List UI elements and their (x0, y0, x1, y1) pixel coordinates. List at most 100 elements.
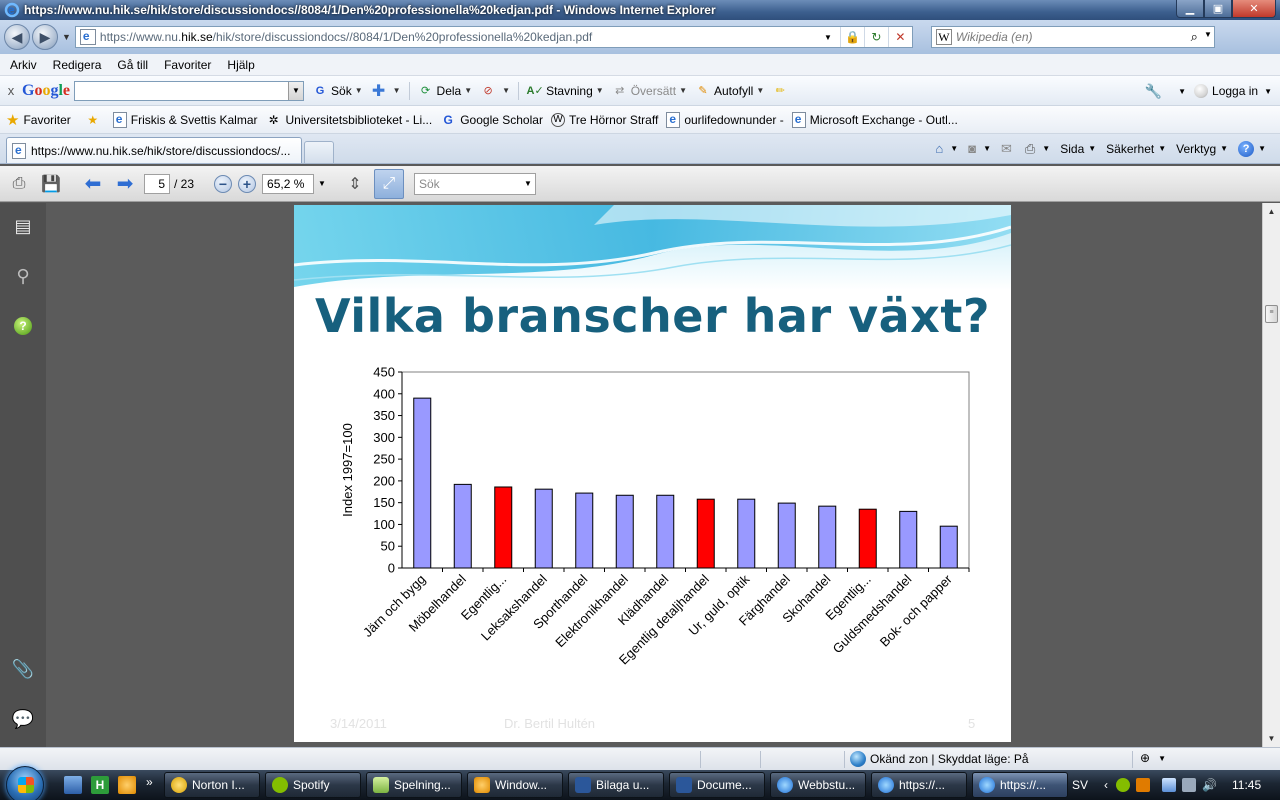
task-windows-media[interactable]: Window... (467, 772, 563, 798)
add-button[interactable]: ✚ ▼ (371, 83, 401, 100)
google-search-input[interactable]: ▼ (74, 80, 305, 101)
security-zone[interactable]: Okänd zon | Skyddat läge: På (850, 751, 1029, 767)
tools-menu-button[interactable]: Verktyg ▼ (1176, 142, 1228, 156)
show-desktop-icon[interactable] (64, 776, 82, 794)
media-player-icon[interactable] (118, 776, 136, 794)
close-toolbar-icon[interactable]: x (0, 83, 22, 98)
chevron-down-icon[interactable]: ▼ (288, 81, 304, 100)
task-https-1[interactable]: https://... (871, 772, 967, 798)
close-button[interactable]: ✕ (1232, 0, 1276, 18)
task-https-2[interactable]: https://... (972, 772, 1068, 798)
pages-icon[interactable]: ▤ (12, 215, 34, 237)
maximize-button[interactable]: ▣ (1204, 0, 1232, 18)
previous-page-button[interactable]: ⬅ (80, 171, 106, 197)
mail-button[interactable]: ✉ (1001, 141, 1015, 157)
home-button[interactable]: ⌂ ▼ (935, 141, 958, 156)
popup-blocker-button[interactable]: ⊘ ▼ (480, 83, 511, 99)
task-document[interactable]: Docume... (669, 772, 765, 798)
next-page-button[interactable]: ➡ (112, 171, 138, 197)
app-tray-icon[interactable] (1136, 778, 1151, 792)
zoom-in-button[interactable]: + (238, 174, 257, 193)
favorite-link-google-scholar[interactable]: G Google Scholar (440, 112, 543, 128)
history-dropdown-icon[interactable]: ▼ (62, 32, 71, 42)
address-input[interactable]: https://www.nu.hik.se/hik/store/discussi… (74, 26, 913, 48)
device-icon[interactable] (1182, 778, 1197, 792)
spelling-button[interactable]: A✓ Stavning ▼ (527, 83, 604, 99)
menu-edit[interactable]: Redigera (45, 58, 110, 72)
share-button[interactable]: ⟳ Dela ▼ (418, 83, 472, 99)
google-search-button[interactable]: G Sök ▼ (312, 83, 363, 99)
scroll-up-icon[interactable]: ▲ (1263, 203, 1280, 220)
quick-launch-overflow[interactable]: » (146, 775, 153, 789)
app-h-icon[interactable]: H (91, 776, 109, 794)
menu-help[interactable]: Hjälp (219, 58, 262, 72)
task-bilaga[interactable]: Bilaga u... (568, 772, 664, 798)
print-button[interactable]: ⎙ ▼ (1025, 141, 1050, 157)
language-indicator[interactable]: SV (1072, 778, 1088, 792)
vertical-scrollbar[interactable]: ▲ ≡ ▼ (1262, 203, 1280, 747)
help-panel-button[interactable]: ? (12, 315, 34, 337)
task-spotify[interactable]: Spotify (265, 772, 361, 798)
address-url[interactable]: https://www.nu.hik.se/hik/store/discussi… (100, 30, 592, 44)
chart-bar (777, 502, 796, 569)
scrollbar-thumb[interactable]: ≡ (1265, 305, 1278, 323)
help-button[interactable]: ? ▼ (1238, 140, 1266, 157)
scroll-down-icon[interactable]: ▼ (1263, 730, 1280, 747)
translate-button[interactable]: ⇄ Översätt ▼ (612, 83, 687, 99)
favorites-button[interactable]: ★ Favoriter (0, 111, 71, 129)
favorite-link-tre-hornor[interactable]: W Tre Hörnor Straff (550, 112, 658, 127)
page-menu-button[interactable]: Sida ▼ (1060, 142, 1096, 156)
pdf-save-button[interactable]: 💾 (38, 171, 64, 197)
favorite-link-ourlife[interactable]: ourlifedownunder - (666, 111, 784, 128)
spotify-tray-icon[interactable] (1116, 778, 1131, 792)
address-dropdown-icon[interactable]: ▼ (816, 27, 840, 47)
add-to-favorites-button[interactable]: ★ (85, 112, 105, 128)
printer-icon: ⎙ (12, 174, 26, 192)
search-icon[interactable]: ⌕ (1191, 29, 1198, 45)
menu-favorites[interactable]: Favoriter (156, 58, 219, 72)
fit-page-button[interactable]: ⤢ (373, 168, 404, 199)
page-number-input[interactable]: 5 (144, 173, 170, 194)
paperclip-icon[interactable]: 📎 (12, 658, 34, 680)
safety-menu-button[interactable]: Säkerhet ▼ (1106, 142, 1166, 156)
menu-file[interactable]: Arkiv (0, 58, 45, 72)
tab-active[interactable]: https://www.nu.hik.se/hik/store/discussi… (6, 137, 302, 163)
comments-icon[interactable]: 💬 (12, 708, 34, 730)
stop-icon[interactable]: ✕ (887, 27, 912, 47)
new-tab-button[interactable] (304, 141, 334, 163)
login-button[interactable]: Logga in (1212, 84, 1258, 98)
search-options-dropdown-icon[interactable]: ▼ (1204, 30, 1212, 39)
start-button[interactable] (6, 766, 44, 800)
zoom-out-button[interactable]: − (214, 174, 233, 193)
forward-button[interactable]: ▶ (32, 24, 58, 50)
favorite-link-exchange[interactable]: Microsoft Exchange - Outl... (791, 111, 958, 128)
volume-icon[interactable]: 🔊 (1202, 778, 1217, 792)
feeds-button[interactable]: ◙ ▼ (968, 141, 991, 156)
highlight-button[interactable]: ✏ (772, 83, 791, 99)
zoom-dropdown-icon[interactable]: ▼ (318, 179, 326, 188)
refresh-icon[interactable]: ↻ (863, 27, 888, 47)
pdf-print-button[interactable]: ⎙ (6, 171, 32, 197)
favorite-link-friskis[interactable]: Friskis & Svettis Kalmar (112, 111, 257, 128)
chevron-down-icon[interactable]: ▼ (524, 179, 532, 188)
minimize-button[interactable]: ▁ (1176, 0, 1204, 18)
wrench-icon[interactable]: 🔧 (1145, 83, 1162, 100)
autofill-button[interactable]: ✎ Autofyll ▼ (695, 83, 764, 99)
search-input[interactable]: W Wikipedia (en) ⌕ ▼ (930, 26, 1215, 48)
back-button[interactable]: ◀ (4, 24, 30, 50)
window-title-bar[interactable]: e https://www.nu.hik.se/hik/store/discus… (0, 0, 1280, 20)
fit-width-button[interactable]: ⇕ (342, 171, 368, 197)
lock-icon[interactable]: 🔒 (839, 27, 864, 47)
task-norton[interactable]: Norton I... (164, 772, 260, 798)
menu-go[interactable]: Gå till (109, 58, 156, 72)
zoom-input[interactable]: 65,2 % (262, 173, 315, 194)
pdf-document-area[interactable]: Vilka branscher har växt? 0 50 100 150 200 25… (46, 203, 1262, 747)
pdf-search-input[interactable]: Sök ▼ (413, 172, 536, 195)
zoom-level-button[interactable]: ⊕ ▼ (1140, 751, 1166, 765)
network-icon[interactable] (1162, 778, 1177, 792)
favorite-link-library[interactable]: ✲ Universitetsbiblioteket - Li... (265, 112, 432, 128)
binoculars-icon[interactable]: ⚲ (12, 265, 34, 287)
task-spelning[interactable]: Spelning... (366, 772, 462, 798)
task-webbstu[interactable]: Webbstu... (770, 772, 866, 798)
tray-expand-icon[interactable]: ‹ (1104, 778, 1108, 792)
